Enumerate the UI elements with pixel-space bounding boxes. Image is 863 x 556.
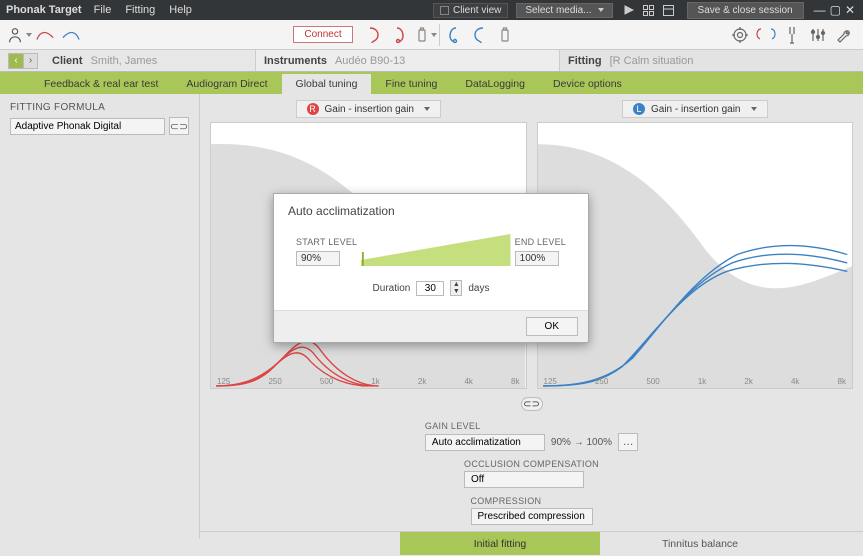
- context-bar: ‹› Client Smith, James Instruments Audéo…: [0, 50, 863, 72]
- chevron-down-icon: [751, 107, 757, 111]
- end-level-label: END LEVEL: [515, 237, 566, 247]
- ear-pair-icon[interactable]: [753, 23, 779, 47]
- chart-right-title: Gain - insertion gain: [325, 104, 415, 115]
- dialog-title: Auto acclimatization: [274, 194, 588, 226]
- start-level-select[interactable]: 90%: [296, 251, 340, 266]
- chevron-down-icon: [598, 8, 604, 12]
- spinner-down-icon[interactable]: ▼: [451, 288, 461, 295]
- tab-fine-tuning[interactable]: Fine tuning: [371, 74, 451, 94]
- fitting-formula-select[interactable]: Adaptive Phonak Digital: [10, 118, 165, 135]
- client-value: Smith, James: [91, 55, 158, 67]
- hearing-aid-right-icon[interactable]: [387, 23, 413, 47]
- select-media-dropdown[interactable]: Select media...: [516, 3, 612, 18]
- end-level-select[interactable]: 100%: [515, 251, 559, 266]
- start-level-label: START LEVEL: [296, 237, 357, 247]
- chart-x-axis: 1252505001k2k4k8k: [211, 377, 526, 386]
- bottom-tab-initial[interactable]: Initial fitting: [400, 532, 600, 555]
- acclimatization-wedge: [361, 232, 510, 266]
- client-view-toggle[interactable]: Client view: [433, 3, 508, 18]
- fitting-value: [R Calm situation: [610, 55, 694, 67]
- spinner-up-icon[interactable]: ▲: [451, 281, 461, 288]
- sliders-icon[interactable]: [805, 23, 831, 47]
- gain-level-range: 90% → 100%: [551, 437, 612, 448]
- occlusion-select[interactable]: Off: [464, 471, 584, 488]
- left-ear-badge-icon: L: [633, 103, 645, 115]
- ok-button[interactable]: OK: [526, 317, 578, 336]
- nav-arrows[interactable]: ‹›: [8, 53, 38, 69]
- bottom-tabs: Initial fitting Tinnitus balance: [200, 531, 863, 555]
- gain-level-settings-button[interactable]: …: [618, 433, 638, 451]
- select-media-label: Select media...: [525, 5, 591, 16]
- chevron-down-icon: [424, 107, 430, 111]
- link-charts-button[interactable]: ⊂⊃: [521, 397, 543, 411]
- client-label: Client: [52, 55, 83, 67]
- right-ear-badge-icon: R: [307, 103, 319, 115]
- menu-file[interactable]: File: [94, 4, 112, 16]
- mute-icon[interactable]: [492, 23, 518, 47]
- duration-input[interactable]: [416, 281, 444, 296]
- instruments-label: Instruments: [264, 55, 327, 67]
- gain-level-label: GAIN LEVEL: [425, 421, 481, 431]
- tab-global-tuning[interactable]: Global tuning: [282, 74, 372, 94]
- compression-label: COMPRESSION: [471, 496, 542, 506]
- minimize-button[interactable]: —: [814, 3, 826, 17]
- app-title: Phonak Target: [6, 4, 82, 16]
- start-level-value: 90%: [301, 253, 321, 264]
- sidebar: FITTING FORMULA Adaptive Phonak Digital …: [0, 94, 200, 539]
- duration-label: Duration: [373, 283, 411, 294]
- title-bar: Phonak Target File Fitting Help Client v…: [0, 0, 863, 20]
- save-close-button[interactable]: Save & close session: [687, 2, 804, 19]
- client-view-label: Client view: [453, 5, 501, 16]
- checkbox-icon: [440, 6, 449, 15]
- close-button[interactable]: ✕: [845, 3, 855, 17]
- chart-x-axis: 1252505001k2k4k8k: [538, 377, 853, 386]
- occlusion-label: OCCLUSION COMPENSATION: [464, 459, 599, 469]
- play-icon[interactable]: [621, 3, 637, 17]
- tuning-fork-icon[interactable]: [779, 23, 805, 47]
- auto-acclimatization-dialog: Auto acclimatization START LEVEL 90% END…: [273, 193, 589, 343]
- battery-icon[interactable]: [413, 23, 439, 47]
- tab-device-options[interactable]: Device options: [539, 74, 636, 94]
- curve-left-icon[interactable]: [32, 23, 58, 47]
- grid-icon[interactable]: [641, 3, 657, 17]
- tab-audiogram[interactable]: Audiogram Direct: [172, 74, 281, 94]
- gain-level-select[interactable]: Auto acclimatization: [425, 434, 545, 451]
- wrench-icon[interactable]: [831, 23, 857, 47]
- instruments-value: Audéo B90-13: [335, 55, 405, 67]
- curve-right-icon[interactable]: [58, 23, 84, 47]
- bottom-tab-tinnitus[interactable]: Tinnitus balance: [600, 532, 800, 555]
- toolbar: Connect: [0, 20, 863, 50]
- link-formula-button[interactable]: ⊂⊃: [169, 117, 189, 135]
- duration-unit: days: [468, 283, 489, 294]
- end-level-value: 100%: [520, 253, 546, 264]
- duration-spinner[interactable]: ▲▼: [450, 280, 462, 296]
- target-icon[interactable]: [727, 23, 753, 47]
- tab-datalogging[interactable]: DataLogging: [451, 74, 539, 94]
- chart-left-title: Gain - insertion gain: [651, 104, 741, 115]
- tabs-row: Feedback & real ear test Audiogram Direc…: [0, 72, 863, 94]
- chart-right-title-dropdown[interactable]: R Gain - insertion gain: [296, 100, 442, 118]
- tab-feedback[interactable]: Feedback & real ear test: [30, 74, 172, 94]
- layout-icon[interactable]: [661, 3, 677, 17]
- fitting-formula-label: FITTING FORMULA: [10, 102, 189, 113]
- left-ear-icon[interactable]: [466, 23, 492, 47]
- controls: ⊂⊃ GAIN LEVEL Auto acclimatization 90% →…: [200, 389, 863, 531]
- fitting-label: Fitting: [568, 55, 602, 67]
- hearing-aid-left-icon[interactable]: [440, 23, 466, 47]
- menu-help[interactable]: Help: [169, 4, 192, 16]
- right-ear-icon[interactable]: [361, 23, 387, 47]
- menu-fitting[interactable]: Fitting: [125, 4, 155, 16]
- compression-select[interactable]: Prescribed compression: [471, 508, 593, 525]
- chart-left-title-dropdown[interactable]: L Gain - insertion gain: [622, 100, 768, 118]
- maximize-button[interactable]: ▢: [830, 3, 841, 17]
- connect-button[interactable]: Connect: [293, 26, 352, 43]
- patient-icon[interactable]: [6, 23, 32, 47]
